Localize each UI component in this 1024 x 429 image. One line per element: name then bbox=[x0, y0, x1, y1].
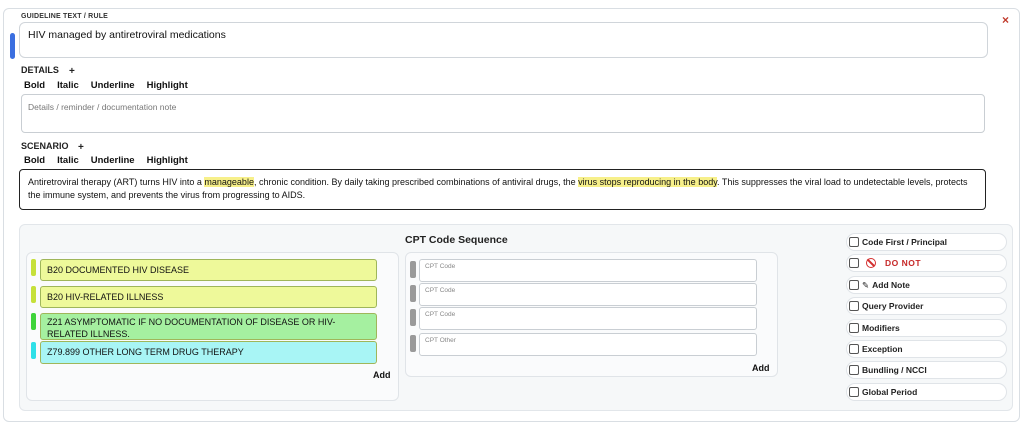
close-icon[interactable]: × bbox=[1002, 13, 1009, 27]
drag-handle[interactable] bbox=[410, 335, 416, 352]
bold-button[interactable]: Bold bbox=[24, 80, 45, 91]
scenario-field[interactable]: Antiretroviral therapy (ART) turns HIV i… bbox=[19, 169, 986, 210]
add-dx-button[interactable]: Add bbox=[373, 370, 391, 380]
dx-code-item[interactable]: Z21 ASYMPTOMATIC IF NO DOCUMENTATION OF … bbox=[40, 313, 377, 340]
scenario-toolbar: Bold Italic Underline Highlight bbox=[24, 155, 188, 166]
option-bundling-ncci[interactable]: Bundling / NCCI bbox=[846, 361, 1007, 379]
option-add-note[interactable]: ✎ Add Note bbox=[846, 276, 1007, 294]
bold-button[interactable]: Bold bbox=[24, 155, 45, 166]
option-label: Global Period bbox=[862, 387, 918, 397]
drag-handle[interactable] bbox=[410, 261, 416, 278]
details-label: DETAILS bbox=[21, 65, 59, 75]
drag-handle[interactable] bbox=[410, 285, 416, 302]
dx-code-item[interactable]: B20 HIV-RELATED ILLNESS bbox=[40, 286, 377, 308]
drag-handle[interactable] bbox=[31, 313, 36, 330]
dx-code-item[interactable]: B20 DOCUMENTED HIV DISEASE bbox=[40, 259, 377, 281]
drag-handle[interactable] bbox=[31, 259, 36, 276]
option-label: DO NOT bbox=[885, 258, 922, 268]
add-cpt-button[interactable]: Add bbox=[752, 363, 770, 373]
dx-code-item[interactable]: Z79.899 OTHER LONG TERM DRUG THERAPY bbox=[40, 341, 377, 364]
cpt-code-input[interactable]: CPT Code bbox=[419, 283, 757, 306]
underline-button[interactable]: Underline bbox=[91, 155, 135, 166]
scenario-text: , chronic condition. By daily taking pre… bbox=[253, 177, 579, 187]
option-label: Query Provider bbox=[862, 301, 924, 311]
checkbox[interactable] bbox=[849, 280, 859, 290]
option-label: Modifiers bbox=[862, 323, 900, 333]
scenario-highlight: virus stops reproducing in the body bbox=[578, 177, 718, 187]
scenario-text: Antiretroviral therapy (ART) turns HIV i… bbox=[28, 177, 205, 187]
option-query-provider[interactable]: Query Provider bbox=[846, 297, 1007, 315]
highlight-button[interactable]: Highlight bbox=[147, 80, 188, 91]
checkbox[interactable] bbox=[849, 323, 859, 333]
cpt-code-input[interactable]: CPT Code bbox=[419, 307, 757, 330]
guideline-input[interactable]: HIV managed by antiretroviral medication… bbox=[19, 22, 988, 58]
checkbox[interactable] bbox=[849, 387, 859, 397]
option-modifiers[interactable]: Modifiers bbox=[846, 319, 1007, 337]
guideline-label: GUIDELINE TEXT / RULE bbox=[21, 13, 109, 20]
underline-button[interactable]: Underline bbox=[91, 80, 135, 91]
checkbox[interactable] bbox=[849, 301, 859, 311]
drag-handle[interactable] bbox=[31, 286, 36, 303]
guideline-accent-bar bbox=[10, 33, 15, 59]
scenario-add-button[interactable]: + bbox=[78, 142, 84, 153]
checkbox[interactable] bbox=[849, 344, 859, 354]
cpt-code-input[interactable]: CPT Code bbox=[419, 259, 757, 282]
option-label: Add Note bbox=[872, 280, 910, 290]
scenario-highlight: manageable bbox=[204, 177, 254, 187]
pencil-icon: ✎ bbox=[862, 279, 870, 290]
no-entry-icon bbox=[866, 258, 876, 268]
checkbox[interactable] bbox=[849, 237, 859, 247]
option-label: Bundling / NCCI bbox=[862, 365, 927, 375]
option-code-first[interactable]: Code First / Principal bbox=[846, 233, 1007, 251]
drag-handle[interactable] bbox=[410, 309, 416, 326]
option-global-period[interactable]: Global Period bbox=[846, 383, 1007, 401]
cpt-title: CPT Code Sequence bbox=[405, 234, 508, 246]
scenario-label: SCENARIO bbox=[21, 141, 69, 151]
cpt-other-input[interactable]: CPT Other bbox=[419, 333, 757, 356]
option-label: Exception bbox=[862, 344, 903, 354]
drag-handle[interactable] bbox=[31, 342, 36, 359]
details-add-button[interactable]: + bbox=[69, 66, 75, 77]
checkbox[interactable] bbox=[849, 258, 859, 268]
details-field[interactable]: Details / reminder / documentation note bbox=[21, 94, 985, 133]
option-exception[interactable]: Exception bbox=[846, 340, 1007, 358]
option-do-not[interactable]: DO NOT bbox=[846, 254, 1007, 272]
italic-button[interactable]: Italic bbox=[57, 80, 79, 91]
checkbox[interactable] bbox=[849, 365, 859, 375]
highlight-button[interactable]: Highlight bbox=[147, 155, 188, 166]
option-label: Code First / Principal bbox=[862, 237, 948, 247]
italic-button[interactable]: Italic bbox=[57, 155, 79, 166]
details-toolbar: Bold Italic Underline Highlight bbox=[24, 80, 188, 91]
